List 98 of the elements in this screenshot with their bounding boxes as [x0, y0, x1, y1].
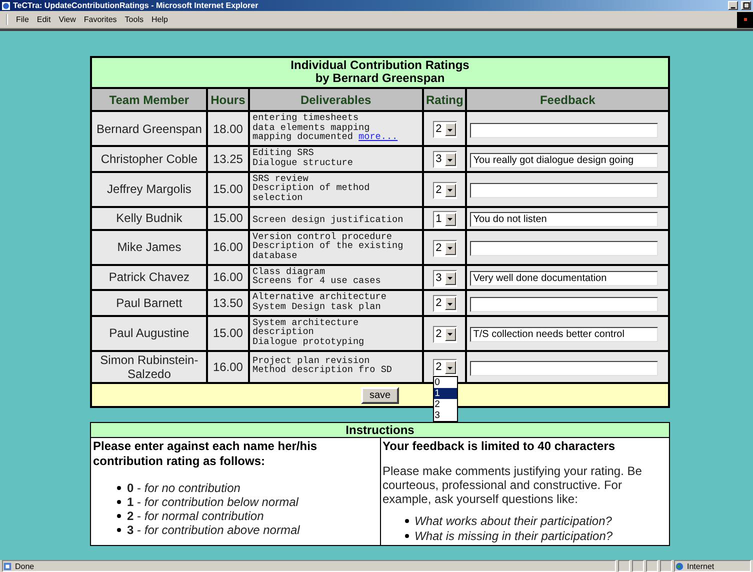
save-button[interactable]: save: [361, 386, 399, 404]
maximize-icon: [742, 2, 750, 9]
member-name: Jeffrey Margolis: [92, 172, 206, 206]
rating-dropdown[interactable]: 3: [432, 270, 457, 287]
member-name: Patrick Chavez: [92, 266, 206, 289]
rating-dropdown[interactable]: 1: [432, 210, 457, 228]
status-pane: [632, 560, 644, 572]
status-text: Done: [15, 562, 34, 570]
deliverables-text: entering timesheets data elements mapping mapping documented more...: [252, 113, 398, 142]
deliverables-text: System architecture description Dialogue prototyping: [252, 318, 364, 346]
feedback-field[interactable]: [470, 241, 658, 256]
column-header: Rating: [424, 89, 466, 110]
rating-dropdown[interactable]: 2: [432, 240, 457, 256]
column-header: Feedback: [467, 89, 668, 110]
deliverables-text: Project plan revision Method description fro SD: [252, 356, 392, 375]
rating-scale-item: 2 - for normal contribution: [127, 508, 265, 522]
member-name: Paul Augustine: [92, 316, 206, 350]
deliverables-text: Alternative architecture System Design task plan: [252, 292, 386, 311]
deliverables-text: Editing SRS Dialogue structure: [252, 148, 353, 167]
member-name: Mike James: [92, 230, 206, 264]
deliverables-text: Class diagram Screens for 4 use cases: [252, 266, 381, 286]
instructions-paragraph: Please make comments justifying your rating. Be courteous, professional and constructive. For example, ask yourself questions like:: [382, 464, 643, 506]
feedback-field[interactable]: Very well done documentation: [470, 271, 658, 286]
column-header: Hours: [208, 89, 248, 110]
dropdown-arrow-icon: [446, 215, 454, 223]
security-zone: Internet: [687, 562, 714, 570]
feedback-field[interactable]: You do not listen: [470, 212, 658, 227]
status-pane: [660, 560, 672, 572]
member-name: Paul Barnett: [92, 291, 206, 314]
rating-dropdown[interactable]: 2: [432, 359, 457, 376]
feedback-field[interactable]: [470, 183, 658, 198]
status-pane: [618, 560, 630, 572]
window-title: TeCTra: UpdateContributionRatings - Microsoft Internet Explorer: [13, 1, 258, 10]
feedback-field[interactable]: [470, 296, 658, 312]
member-name: Christopher Coble: [92, 147, 206, 170]
minimize-button[interactable]: [728, 1, 738, 10]
bullet-icon: [404, 534, 408, 538]
page-icon: [3, 562, 12, 570]
member-name: Simon Rubinstein-Salzedo: [92, 352, 206, 382]
menu-item[interactable]: Edit: [32, 14, 55, 25]
form-title: Individual Contribution Ratings by Bernard Greenspan: [92, 58, 668, 87]
feedback-field[interactable]: T/S collection needs better control: [470, 327, 658, 342]
feedback-limit-heading: Your feedback is limited to 40 characters: [382, 438, 616, 454]
rating-scale-item: 0 - for no contribution: [127, 480, 242, 494]
hours-cell: 13.50: [208, 291, 248, 314]
logo-icon: [737, 12, 753, 28]
dropdown-option[interactable]: 1: [434, 388, 457, 399]
hours-cell: 15.00: [208, 172, 248, 206]
instructions-heading: Please enter against each name her/his contribution rating as follows:: [93, 438, 318, 468]
hours-cell: 18.00: [208, 112, 248, 145]
feedback-field[interactable]: [470, 122, 658, 138]
feedback-field[interactable]: You really got dialogue design going: [470, 152, 658, 168]
more-link[interactable]: more...: [358, 131, 398, 142]
menu-item[interactable]: Tools: [120, 14, 148, 25]
menu-item[interactable]: Help: [147, 14, 172, 25]
column-header: Team Member: [92, 89, 206, 110]
member-name: Bernard Greenspan: [92, 112, 206, 145]
question-item: What is missing in their participation?: [414, 528, 614, 544]
dropdown-option[interactable]: 0: [434, 377, 457, 388]
rating-dropdown[interactable]: 2: [432, 326, 457, 342]
dropdown-arrow-icon: [446, 244, 454, 252]
browser-icon: [2, 2, 10, 10]
hours-cell: 16.00: [208, 230, 248, 264]
rating-dropdown[interactable]: 2: [432, 182, 457, 198]
rating-scale-item: 3 - for contribution above normal: [127, 522, 301, 536]
globe-icon: [675, 562, 684, 570]
dropdown-arrow-icon: [446, 274, 454, 282]
rating-scale-item: 1 - for contribution below normal: [127, 494, 300, 508]
menu-item[interactable]: View: [54, 14, 80, 25]
instructions-title: Instructions: [90, 422, 670, 437]
feedback-field[interactable]: [470, 360, 658, 376]
deliverables-text: SRS review Description of method selection: [252, 174, 370, 202]
column-header: Deliverables: [250, 89, 422, 110]
deliverables-text: Screen design justification: [252, 215, 404, 224]
hours-cell: 16.00: [208, 266, 248, 289]
dropdown-option[interactable]: 2: [434, 399, 457, 410]
dropdown-option[interactable]: 3: [434, 410, 457, 421]
hours-cell: 15.00: [208, 208, 248, 228]
rating-dropdown[interactable]: 2: [432, 295, 457, 312]
hours-cell: 15.00: [208, 316, 248, 350]
rating-dropdown[interactable]: 2: [432, 121, 457, 138]
maximize-button[interactable]: [741, 1, 751, 10]
dropdown-arrow-icon: [446, 186, 454, 194]
bullet-icon: [117, 500, 121, 504]
bullet-icon: [117, 486, 121, 490]
member-name: Kelly Budnik: [92, 208, 206, 228]
status-pane: [646, 560, 658, 572]
dropdown-arrow-icon: [446, 330, 454, 338]
bullet-icon: [404, 519, 408, 523]
question-item: What works about their participation?: [414, 514, 613, 528]
hours-cell: 13.25: [208, 147, 248, 170]
rating-dropdown[interactable]: 3: [432, 151, 457, 168]
deliverables-text: Version control procedure Description of the existing database: [252, 232, 404, 260]
bullet-icon: [117, 514, 121, 518]
menu-item[interactable]: File: [12, 14, 33, 25]
hours-cell: 16.00: [208, 352, 248, 382]
menu-item[interactable]: Favorites: [80, 14, 121, 25]
bullet-icon: [117, 528, 121, 532]
